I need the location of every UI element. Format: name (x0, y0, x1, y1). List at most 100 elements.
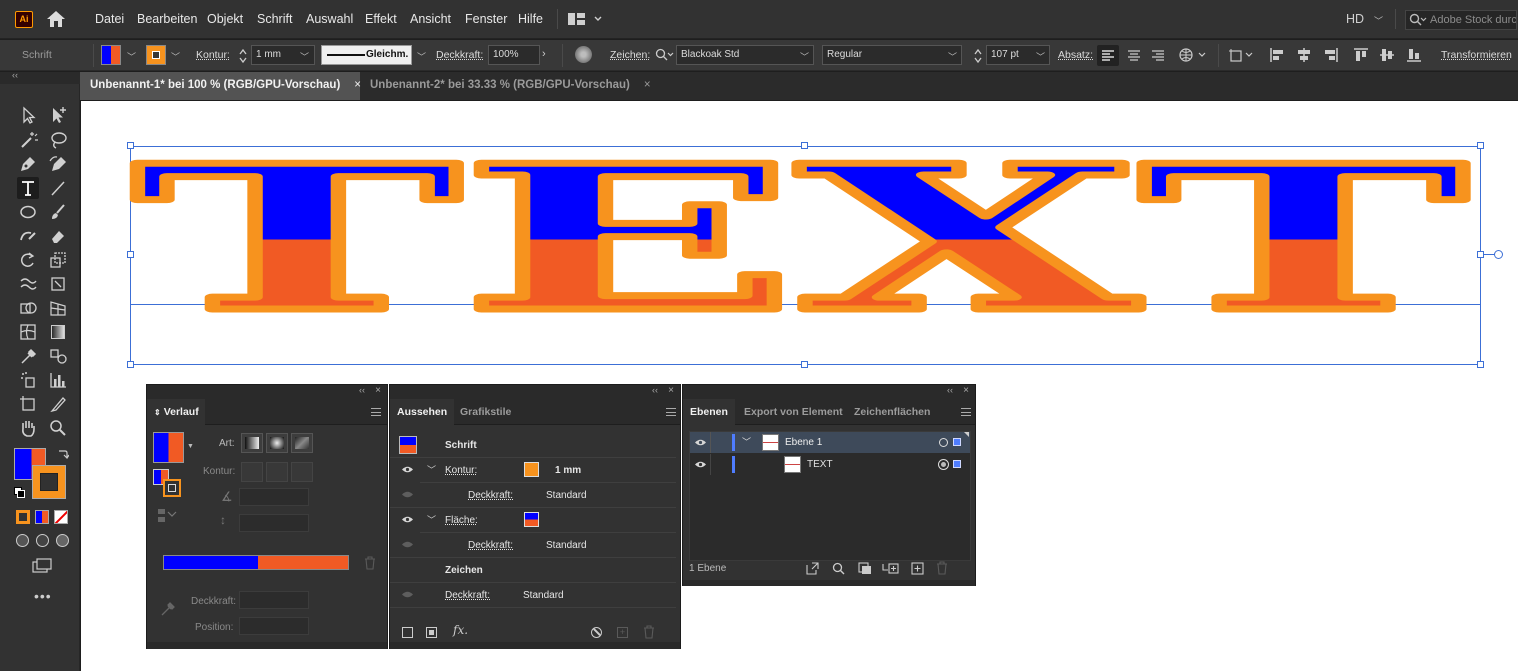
align-right-icon[interactable] (1147, 45, 1169, 66)
tab-gradient[interactable]: ⇕ Verlauf (147, 399, 205, 425)
stroke-color-swatch[interactable] (32, 465, 66, 499)
collapse-icon[interactable]: ‹‹ (359, 385, 365, 395)
chevron-down-icon[interactable]: ﹀ (800, 50, 809, 63)
rotate-tool-icon[interactable] (17, 249, 39, 271)
shape-builder-tool-icon[interactable] (17, 297, 39, 319)
panel-grip[interactable]: ‹‹ × (390, 385, 680, 399)
menu-schrift[interactable]: Schrift (257, 12, 292, 26)
magic-wand-tool-icon[interactable] (17, 129, 39, 151)
font-style-select[interactable]: Regular (822, 45, 962, 65)
workspace-switcher[interactable]: HD (1346, 12, 1364, 26)
slice-tool-icon[interactable] (47, 393, 69, 415)
close-icon[interactable]: × (375, 385, 381, 396)
panel-menu-icon[interactable] (371, 408, 381, 416)
add-stroke-icon[interactable] (402, 627, 413, 638)
align-hcenter-objects-icon[interactable] (1295, 46, 1313, 64)
tab-appearance[interactable]: Aussehen (390, 399, 455, 425)
menu-fenster[interactable]: Fenster (465, 12, 507, 26)
globe-icon[interactable] (1178, 47, 1210, 63)
type-tool-icon[interactable] (17, 177, 39, 199)
align-bottom-objects-icon[interactable] (1405, 46, 1423, 64)
character-label[interactable]: Zeichen: (610, 49, 650, 61)
align-center-icon[interactable] (1123, 45, 1145, 66)
swap-fill-stroke-icon[interactable] (57, 448, 69, 460)
clear-appearance-icon[interactable] (591, 627, 602, 638)
visibility-eye-icon[interactable] (694, 438, 707, 447)
tab-document-1[interactable]: Unbenannt-1* bei 100 % (RGB/GPU-Vorschau… (80, 72, 361, 100)
chevron-down-icon[interactable]: ﹀ (1374, 14, 1383, 27)
hand-tool-icon[interactable] (17, 417, 39, 439)
tab-asset-export[interactable]: Export von Element (737, 399, 850, 425)
symbol-sprayer-tool-icon[interactable] (17, 369, 39, 391)
close-icon[interactable]: × (668, 385, 674, 396)
none-mode-icon[interactable] (54, 510, 68, 524)
screen-mode-icon[interactable] (32, 558, 54, 574)
visibility-eye-icon[interactable] (694, 460, 707, 469)
visibility-eye-icon[interactable] (401, 540, 414, 549)
eraser-tool-icon[interactable] (47, 225, 69, 247)
artwork-text[interactable]: TEXT (121, 141, 1491, 381)
panel-resize-grip[interactable] (390, 642, 680, 649)
chevron-down-icon[interactable]: ﹀ (948, 50, 957, 63)
chevron-down-icon[interactable]: ﹀ (417, 50, 426, 63)
linear-gradient-icon[interactable] (241, 433, 263, 453)
chevron-down-icon[interactable]: ﹀ (171, 50, 180, 63)
panel-resize-grip[interactable] (683, 580, 975, 586)
column-graph-tool-icon[interactable] (47, 369, 69, 391)
chevron-down-icon[interactable]: ﹀ (1036, 50, 1045, 63)
gradient-stroke-small-swatch[interactable] (163, 479, 181, 497)
pen-tool-icon[interactable] (17, 153, 39, 175)
panel-grip[interactable]: ‹‹ × (147, 385, 387, 399)
characters-row[interactable]: Zeichen (445, 565, 483, 576)
gradient-preview-swatch[interactable] (153, 432, 184, 463)
artboard-tool-icon[interactable] (17, 393, 39, 415)
gradient-slider[interactable] (163, 555, 349, 570)
text-threading-port[interactable] (1494, 250, 1503, 259)
panel-resize-grip[interactable] (147, 642, 387, 649)
stroke-attribute-label[interactable]: Kontur: (445, 465, 477, 476)
more-tools-icon[interactable]: ••• (34, 588, 52, 604)
chevron-down-icon[interactable]: ﹀ (127, 50, 136, 63)
fill-color-chip[interactable] (524, 512, 539, 527)
color-mode-icon[interactable] (16, 510, 30, 524)
reverse-gradient-icon[interactable] (157, 507, 177, 525)
chevron-down-icon[interactable]: ▼ (187, 443, 194, 450)
align-top-objects-icon[interactable] (1352, 46, 1370, 64)
paintbrush-tool-icon[interactable] (47, 201, 69, 223)
target-icon[interactable] (939, 438, 948, 447)
align-left-objects-icon[interactable] (1268, 46, 1286, 64)
export-icon[interactable] (806, 562, 820, 575)
tab-artboards[interactable]: Zeichenflächen (847, 399, 937, 425)
panel-grip[interactable]: ‹‹ × (683, 385, 975, 399)
target-appearance-icon[interactable] (938, 459, 949, 470)
chevron-down-icon[interactable]: ﹀ (742, 435, 751, 448)
object-opacity-label[interactable]: Deckkraft: (445, 590, 490, 601)
align-left-icon[interactable] (1097, 45, 1119, 66)
collapse-icon[interactable]: ‹‹ (652, 385, 658, 395)
selection-indicator[interactable] (953, 460, 961, 468)
close-icon[interactable]: × (644, 79, 651, 91)
draw-normal-icon[interactable] (16, 534, 29, 547)
menu-ansicht[interactable]: Ansicht (410, 12, 451, 26)
gradient-tool-icon[interactable] (47, 321, 69, 343)
panel-menu-icon[interactable] (961, 408, 971, 416)
layer-name[interactable]: Ebene 1 (785, 437, 822, 448)
selection-indicator[interactable] (953, 438, 961, 446)
collapse-icon[interactable]: ‹‹ (947, 385, 953, 395)
add-effect-button[interactable]: fx. (453, 623, 468, 637)
align-right-objects-icon[interactable] (1322, 46, 1340, 64)
menu-bearbeiten[interactable]: Bearbeiten (137, 12, 197, 26)
font-search-icon[interactable] (655, 48, 675, 62)
draw-inside-icon[interactable] (56, 534, 69, 547)
new-layer-icon[interactable] (911, 562, 924, 575)
collapse-icon[interactable]: ‹‹ (12, 70, 18, 80)
line-tool-icon[interactable] (47, 177, 69, 199)
arrange-documents-icon[interactable] (568, 12, 604, 26)
stroke-label[interactable]: Kontur: (196, 49, 230, 61)
font-size-stepper-icon[interactable] (973, 48, 983, 64)
visibility-eye-icon[interactable] (401, 515, 414, 524)
warp-tool-icon[interactable] (17, 273, 39, 295)
menu-auswahl[interactable]: Auswahl (306, 12, 353, 26)
layer-row[interactable]: TEXT (690, 454, 970, 475)
paragraph-label[interactable]: Absatz: (1058, 49, 1093, 61)
